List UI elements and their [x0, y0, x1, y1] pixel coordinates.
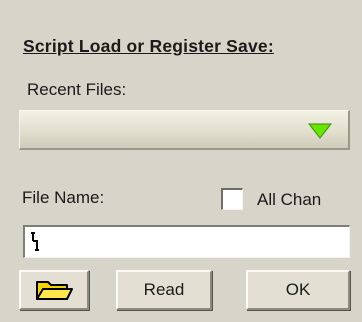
all-chan-checkbox[interactable] [221, 188, 243, 210]
script-load-panel: Script Load or Register Save: Recent Fil… [0, 0, 362, 322]
all-chan-label: All Chan [257, 190, 322, 209]
read-button[interactable]: Read [116, 270, 212, 310]
file-name-label: File Name: [22, 188, 105, 207]
open-folder-button[interactable] [19, 270, 89, 310]
recent-files-dropdown[interactable] [19, 110, 350, 150]
ok-button[interactable]: OK [246, 270, 350, 310]
recent-files-label: Recent Files: [27, 80, 127, 99]
panel-title: Script Load or Register Save: [23, 36, 274, 56]
folder-open-icon [36, 281, 73, 300]
triangle-down-icon[interactable] [308, 123, 332, 139]
file-name-input[interactable] [23, 225, 350, 258]
